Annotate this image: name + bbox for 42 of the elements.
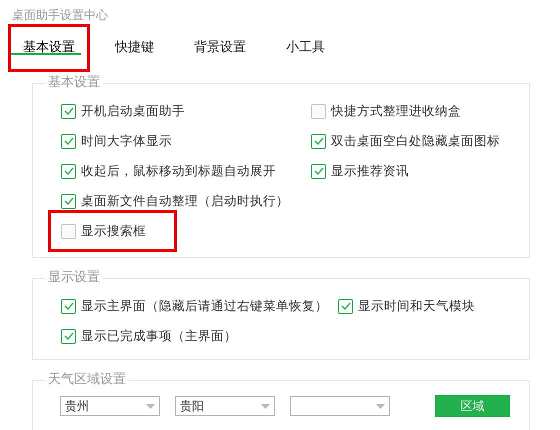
checkbox[interactable] — [61, 164, 76, 178]
checkbox[interactable] — [61, 298, 76, 314]
option-label: 开机启动桌面助手 — [81, 102, 185, 120]
checkbox[interactable] — [311, 134, 326, 148]
option-label: 快捷方式整理进收纳盒 — [331, 102, 461, 120]
check-icon — [314, 137, 324, 145]
tab[interactable]: 基本设置 — [8, 24, 90, 72]
check-icon — [314, 167, 324, 175]
check-icon — [64, 197, 74, 205]
option-label: 显示已完成事项（主界面） — [81, 326, 237, 345]
dropdown[interactable]: 贵州 — [60, 396, 160, 416]
checkbox[interactable] — [61, 194, 76, 208]
option-label: 时间大字体显示 — [81, 132, 172, 150]
tab[interactable]: 背景设置 — [179, 24, 261, 72]
check-icon — [340, 302, 350, 310]
option-label: 双击桌面空白处隐藏桌面图标 — [331, 132, 500, 150]
checkbox[interactable] — [61, 224, 76, 238]
option-label: 收起后，鼠标移动到标题自动展开 — [81, 162, 276, 180]
check-icon — [64, 137, 74, 145]
window-title: 桌面助手设置中心 — [12, 7, 108, 24]
check-icon — [64, 302, 74, 310]
option-label: 显示时间和天气模块 — [358, 296, 475, 315]
option-label: 显示主界面（隐藏后请通过右键菜单恢复） — [81, 296, 328, 315]
checkbox[interactable] — [338, 298, 353, 314]
caret-icon — [146, 404, 155, 408]
check-icon — [64, 332, 74, 340]
dropdown[interactable]: 贵阳 — [175, 396, 275, 416]
checkbox[interactable] — [61, 134, 76, 148]
checkbox[interactable] — [61, 328, 76, 344]
tab[interactable]: 快捷键 — [100, 24, 169, 72]
option-label: 显示推荐资讯 — [331, 162, 409, 180]
dropdown[interactable] — [290, 396, 390, 416]
tab[interactable]: 小工具 — [271, 24, 340, 72]
checkbox[interactable] — [311, 164, 326, 178]
caret-icon — [261, 404, 270, 408]
caret-icon — [376, 404, 385, 408]
checkbox[interactable] — [61, 104, 76, 118]
check-icon — [64, 167, 74, 175]
option-label: 桌面新文件自动整理（启动时执行） — [81, 192, 289, 210]
option-label: 显示搜索框 — [81, 222, 146, 240]
checkbox[interactable] — [311, 104, 326, 118]
check-icon — [64, 107, 74, 115]
